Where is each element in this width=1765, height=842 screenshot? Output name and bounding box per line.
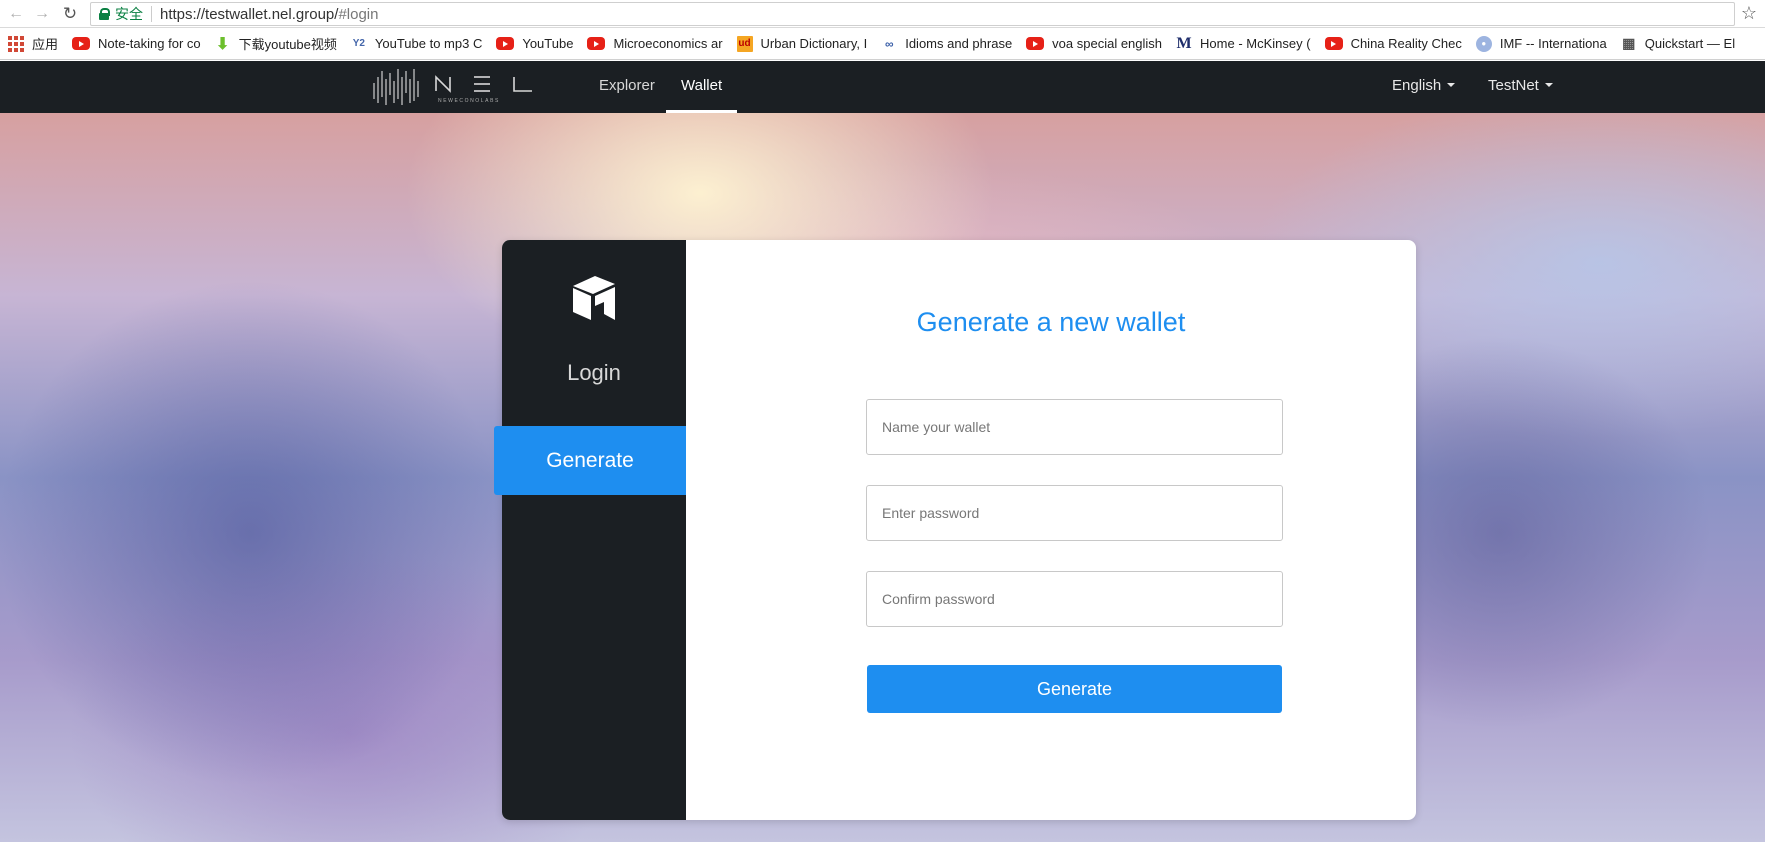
secure-label: 安全 [115,6,143,22]
lock-icon [99,8,110,20]
youtube-icon [496,37,515,50]
bookmark-label: YouTube [522,36,574,51]
urban-dictionary-icon: ud [736,35,753,52]
imf-icon: ● [1475,35,1492,52]
bookmark-label: Microeconomics ar [613,36,723,51]
caret-down-icon [1544,83,1553,87]
caret-down-icon [1447,83,1456,87]
wallet-card: Login Generate a new wallet Generate [502,240,1416,820]
bookmark-label: IMF -- Internationa [1499,36,1607,51]
bookmark-item[interactable]: M Home - McKinsey ( [1176,34,1311,52]
sidebar-item-generate[interactable]: Generate [494,426,686,495]
bookmark-item[interactable]: Microeconomics ar [587,36,723,51]
wallet-name-input[interactable] [866,399,1283,455]
bookmark-label: China Reality Chec [1350,36,1462,51]
bookmark-item[interactable]: voa special english [1026,36,1162,51]
bookmark-item[interactable]: ▦ Quickstart — El [1621,35,1736,52]
download-arrow-icon: ⬇ [215,35,230,53]
apps-grid-icon [8,35,24,52]
bookmark-star-icon[interactable]: ☆ [1741,3,1757,24]
y2mp3-icon: Y2 [352,38,365,49]
neo-logo-icon [573,276,615,320]
bookmark-label: 应用 [32,37,59,52]
bookmark-item[interactable]: ud Urban Dictionary, I [736,35,868,52]
reload-icon[interactable]: ↻ [60,4,80,24]
bookmark-label: voa special english [1052,36,1163,51]
bookmarks-bar: 应用 Note-taking for co ⬇ 下载youtube视频 Y2 You… [0,28,1765,60]
network-label: TestNet [1488,77,1539,94]
url-divider [151,6,152,22]
bookmark-item[interactable]: ● IMF -- Internationa [1475,35,1607,52]
youtube-icon [1324,37,1343,50]
back-arrow-icon[interactable]: ← [6,4,26,24]
bookmark-label: Urban Dictionary, I [760,36,868,51]
language-label: English [1392,77,1442,94]
bookmark-item[interactable]: ⬇ 下载youtube视频 [215,34,337,53]
bookmark-item[interactable]: Y2 YouTube to mp3 C [351,36,483,52]
browser-address-bar: ← → ↻ 安全 https://testwallet.nel.group/#l… [0,0,1765,28]
bookmark-item[interactable]: YouTube [496,36,573,51]
mckinsey-icon: M [1176,34,1192,52]
bookmark-label: Quickstart — El [1644,36,1736,51]
confirm-password-input[interactable] [866,571,1283,627]
bookmark-item[interactable]: ∞ Idioms and phrase [881,36,1012,52]
language-dropdown[interactable]: English [1392,61,1456,113]
youtube-icon [587,37,606,50]
wallet-sidebar: Login [502,240,686,820]
generate-button[interactable]: Generate [867,665,1282,713]
bookmark-label: 下载youtube视频 [238,37,337,52]
bookmark-label: YouTube to mp3 C [374,36,483,51]
bookmark-label: Note-taking for co [98,36,201,51]
bookmark-item[interactable]: China Reality Chec [1324,36,1462,51]
idioms-icon: ∞ [884,36,894,51]
bookmark-label: Idioms and phrase [905,36,1013,51]
url-path: #login [338,5,379,23]
quickstart-icon: ▦ [1622,35,1636,51]
sidebar-item-login[interactable]: Login [502,360,686,386]
site-header: NEWECONOLABS Explorer Wallet English Tes… [0,61,1765,113]
logo-subtext: NEWECONOLABS [438,98,500,104]
forward-arrow-icon[interactable]: → [32,4,52,24]
nav-explorer[interactable]: Explorer [599,61,655,113]
nel-logo[interactable]: NEWECONOLABS [372,67,536,107]
nav-wallet[interactable]: Wallet [665,61,738,113]
url-host: https://testwallet.nel.group/ [160,5,339,23]
url-field[interactable]: 安全 https://testwallet.nel.group/#login [90,2,1735,26]
network-dropdown[interactable]: TestNet [1488,61,1553,113]
youtube-icon [72,37,91,50]
form-title: Generate a new wallet [916,307,1186,337]
bookmark-apps[interactable]: 应用 [8,34,58,53]
bookmark-item[interactable]: Note-taking for co [72,36,201,51]
youtube-icon [1026,37,1045,50]
bookmark-label: Home - McKinsey ( [1200,36,1311,51]
password-input[interactable] [866,485,1283,541]
